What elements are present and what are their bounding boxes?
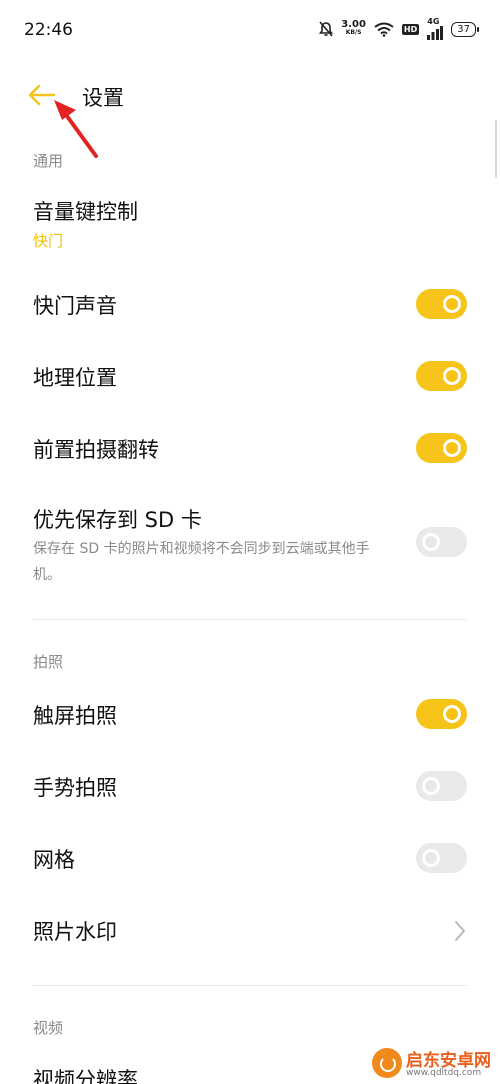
section-label-general: 通用	[33, 152, 64, 170]
toggle-knob	[443, 705, 461, 723]
hd-voice-badge: HD	[401, 23, 420, 35]
shutter-sound-toggle[interactable]	[416, 289, 467, 319]
setting-description: 保存在 SD 卡的照片和视频将不会同步到云端或其他手机。	[33, 541, 370, 583]
touch-capture-toggle[interactable]	[416, 699, 467, 729]
setting-photo-watermark[interactable]: 照片水印	[0, 906, 500, 956]
chevron-right-icon	[455, 921, 465, 941]
battery-indicator: 37	[451, 21, 479, 37]
section-divider	[33, 619, 467, 620]
setting-gesture-capture[interactable]: 手势拍照	[0, 762, 500, 812]
back-button[interactable]	[26, 78, 60, 112]
wifi-icon	[374, 22, 394, 37]
section-divider	[33, 985, 467, 986]
save-to-sd-toggle[interactable]	[416, 527, 467, 557]
toggle-knob	[422, 849, 440, 867]
setting-title: 手势拍照	[33, 776, 117, 800]
setting-location[interactable]: 地理位置	[0, 352, 500, 402]
cellular-signal: 4G	[427, 17, 444, 40]
network-speed: 3.00 KB/S	[341, 19, 366, 37]
site-watermark: 启东安卓网 www.qdltdq.com	[370, 1044, 500, 1084]
back-arrow-icon	[28, 84, 56, 106]
toggle-knob	[443, 367, 461, 385]
scrollbar-thumb[interactable]	[495, 120, 497, 178]
setting-title: 网格	[33, 848, 75, 872]
setting-title: 前置拍摄翻转	[33, 438, 159, 462]
grid-toggle[interactable]	[416, 843, 467, 873]
setting-grid[interactable]: 网格	[0, 834, 500, 884]
setting-touch-capture[interactable]: 触屏拍照	[0, 690, 500, 740]
setting-title: 快门声音	[33, 294, 117, 318]
setting-shutter-sound[interactable]: 快门声音	[0, 280, 500, 330]
app-header: 设置	[0, 60, 500, 130]
setting-title: 地理位置	[33, 366, 117, 390]
setting-title: 触屏拍照	[33, 704, 117, 728]
toggle-knob	[422, 777, 440, 795]
toggle-knob	[443, 439, 461, 457]
section-label-video: 视频	[33, 1019, 64, 1037]
setting-title: 优先保存到 SD 卡	[33, 508, 202, 532]
gesture-capture-toggle[interactable]	[416, 771, 467, 801]
network-speed-value: 3.00	[341, 19, 366, 30]
site-logo-icon	[372, 1048, 402, 1078]
toggle-knob	[443, 295, 461, 313]
setting-value: 快门	[33, 232, 64, 250]
site-watermark-url: www.qdltdq.com	[406, 1068, 482, 1078]
status-bar: 22:46 3.00 KB/S HD 4G 37	[0, 0, 500, 60]
location-toggle[interactable]	[416, 361, 467, 391]
setting-title: 音量键控制	[33, 200, 138, 224]
status-icons: 3.00 KB/S HD 4G 37	[319, 17, 479, 40]
setting-title: 照片水印	[33, 920, 117, 944]
setting-volume-key[interactable]: 音量键控制 快门	[0, 190, 500, 260]
network-type-label: 4G	[427, 17, 440, 26]
signal-bars-icon	[427, 26, 444, 40]
toggle-knob	[422, 533, 440, 551]
setting-front-mirror[interactable]: 前置拍摄翻转	[0, 424, 500, 474]
bell-off-icon	[319, 21, 334, 37]
setting-save-to-sd[interactable]: 优先保存到 SD 卡 保存在 SD 卡的照片和视频将不会同步到云端或其他手机。	[0, 496, 500, 596]
setting-title: 视频分辨率	[33, 1068, 138, 1084]
status-time: 22:46	[24, 20, 73, 40]
page-title: 设置	[82, 86, 124, 110]
front-mirror-toggle[interactable]	[416, 433, 467, 463]
network-speed-unit: KB/S	[345, 29, 362, 36]
section-label-photo: 拍照	[33, 653, 64, 671]
